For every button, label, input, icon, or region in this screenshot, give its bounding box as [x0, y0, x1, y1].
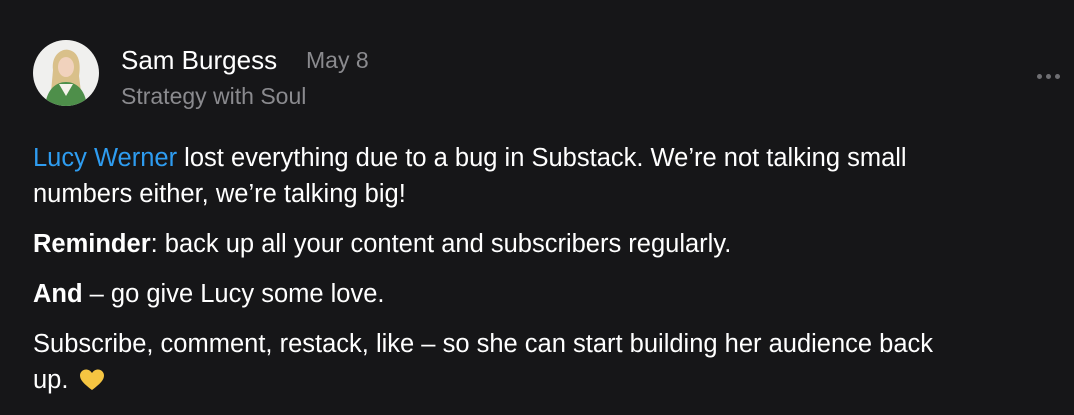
author-name[interactable]: Sam Burgess	[121, 45, 277, 76]
paragraph-3-text: – go give Lucy some love.	[82, 280, 385, 308]
avatar-photo	[33, 40, 99, 106]
more-dot	[1054, 73, 1060, 79]
paragraph-4-text: Subscribe, comment, restack, like – so s…	[33, 330, 934, 358]
paragraph-4: Subscribe, comment, restack, like – so s…	[33, 326, 1043, 401]
paragraph-1-text: lost everything due to a bug in Substack…	[177, 144, 907, 172]
reminder-label: Reminder	[33, 230, 151, 258]
author-avatar[interactable]	[33, 40, 99, 106]
paragraph-2: Reminder: back up all your content and s…	[33, 226, 1043, 262]
paragraph-3: And – go give Lucy some love.	[33, 276, 1043, 312]
paragraph-2-text: : back up all your content and subscribe…	[150, 230, 732, 258]
yellow-heart-icon	[79, 365, 104, 401]
note-post: Sam Burgess May 8 Strategy with Soul Luc…	[0, 0, 1074, 414]
more-dot	[1045, 73, 1051, 79]
more-options-button[interactable]	[1028, 62, 1068, 90]
and-label: And	[33, 280, 83, 308]
note-body: Lucy Werner lost everything due to a bug…	[33, 140, 1043, 415]
mention-link[interactable]: Lucy Werner	[33, 144, 177, 172]
paragraph-1-text-2: numbers either, we’re talking big!	[33, 180, 406, 208]
post-date[interactable]: May 8	[306, 47, 369, 74]
publication-name[interactable]: Strategy with Soul	[121, 83, 306, 110]
paragraph-4-text-2: up.	[33, 366, 69, 394]
more-horizontal-icon	[1036, 73, 1042, 79]
paragraph-1: Lucy Werner lost everything due to a bug…	[33, 140, 1043, 212]
